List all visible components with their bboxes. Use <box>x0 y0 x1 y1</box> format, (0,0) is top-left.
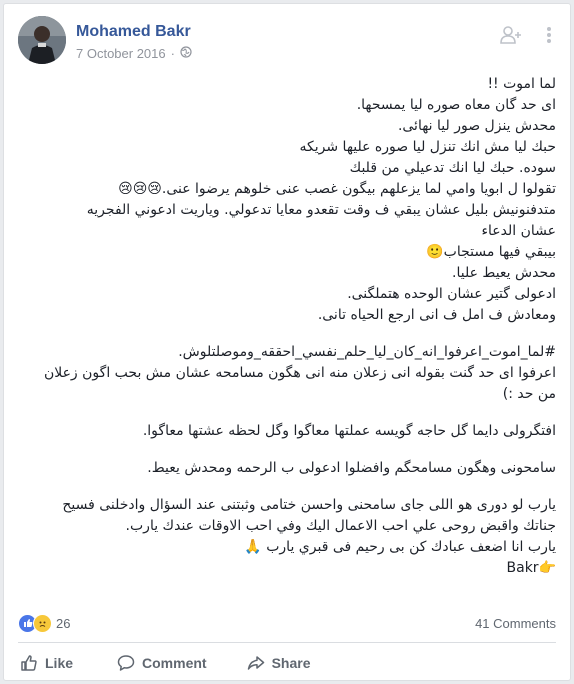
comments-count[interactable]: 41 Comments <box>475 616 556 631</box>
globe-icon[interactable] <box>180 46 192 61</box>
like-label: Like <box>45 655 74 671</box>
share-label: Share <box>271 655 311 671</box>
text-line: من حد :) <box>502 386 556 402</box>
post-header: Mohamed Bakr 7 October 2016 · <box>4 4 570 66</box>
text-line: تقولوا ل ابويا وامي لما يزعلهم بيگون غصب… <box>118 181 556 197</box>
share-icon <box>247 656 264 670</box>
hashtag-link[interactable]: #لما_اموت_اعرفوا_انه_كان_ليا_حلم_نفسي_اح… <box>18 342 556 363</box>
like-button[interactable]: Like <box>20 654 73 672</box>
post-text: لما اموت !! اى حد گان معاه صوره ليا يمسح… <box>18 74 556 579</box>
comment-label: Comment <box>142 655 207 671</box>
action-bar: Like Comment Share <box>4 648 570 678</box>
avatar[interactable] <box>18 16 66 64</box>
more-options-icon[interactable] <box>540 26 558 44</box>
text-line: محدش يعيط عليا. <box>452 265 556 281</box>
share-button[interactable]: Share <box>247 654 311 672</box>
text-line: متدفنونيش بليل عشان يبقي ف وقت تقعدو معا… <box>86 202 556 218</box>
reactions-bar: 26 41 Comments <box>18 611 556 635</box>
comment-button[interactable]: Comment <box>117 654 207 672</box>
post-meta: 7 October 2016 · <box>76 46 192 61</box>
text-line: اى حد گان معاه صوره ليا يمسحها. <box>356 97 556 113</box>
post-card: Mohamed Bakr 7 October 2016 · لما اموت !… <box>3 3 571 681</box>
author-name[interactable]: Mohamed Bakr <box>76 23 191 41</box>
text-line: بيبقي فيها مستجاب🙂 <box>426 244 556 260</box>
signature-line: 👉Bakr <box>506 560 556 576</box>
text-line: عشان الدعاء <box>481 223 556 239</box>
text-line: لما اموت !! <box>487 76 556 92</box>
add-friend-icon[interactable] <box>500 26 522 44</box>
text-line: حبك ليا مش انك تنزل ليا صوره عليها شريكه <box>299 139 556 155</box>
text-line: جناتك واقبض روحى علي احب الاعمال اليك وف… <box>125 518 556 534</box>
text-line: سوده. حبك ليا انك تدعيلي من قلبك <box>349 160 556 176</box>
text-line: سامحونى وهگون مسامحگم وافضلوا ادعولى ب ا… <box>147 460 556 476</box>
text-line: ادعولى گتير عشان الوحده هتملگنى. <box>347 286 556 302</box>
text-line: يارب انا اضعف عبادك كن بى رحيم فى قبري ي… <box>244 539 556 555</box>
reaction-summary[interactable]: 26 <box>18 613 71 633</box>
text-line: ومعادش ف امل ف انى ارجع الحياه تانى. <box>317 307 556 323</box>
reaction-count: 26 <box>56 615 71 631</box>
meta-separator: · <box>170 46 175 61</box>
text-line: افتگرولى دايما گل حاجه گويسه عملتها معاگ… <box>142 423 556 439</box>
text-line: محدش ينزل صور ليا نهائى. <box>397 118 556 134</box>
text-line: يارب لو دورى هو اللى جاى سامحنى واحسن خت… <box>62 497 556 513</box>
text-line: اعرفوا اى حد گنت بقوله انى زعلان منه انى… <box>43 365 556 381</box>
divider <box>18 642 556 643</box>
comment-icon <box>117 655 135 671</box>
sad-reaction-icon <box>33 613 52 633</box>
header-icons <box>500 26 558 44</box>
post-date[interactable]: 7 October 2016 <box>76 46 166 61</box>
like-icon <box>21 655 37 671</box>
